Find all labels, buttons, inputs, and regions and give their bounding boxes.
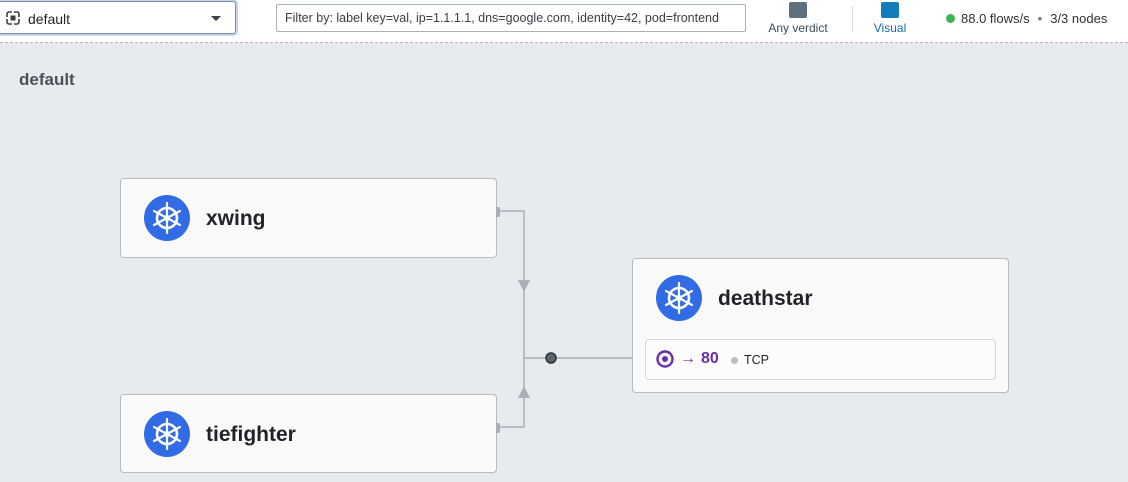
service-card-xwing[interactable]: xwing xyxy=(120,178,500,258)
connector-handle xyxy=(496,207,500,217)
edge-tiefighter-to-deathstar xyxy=(497,358,530,428)
kubernetes-icon xyxy=(656,275,702,321)
protocol-dot xyxy=(731,357,738,364)
service-name: deathstar xyxy=(718,287,813,310)
port-target-icon xyxy=(656,350,674,368)
port-protocol: TCP xyxy=(744,353,769,367)
connector-handle xyxy=(496,423,500,433)
service-name: tiefighter xyxy=(206,423,296,446)
kubernetes-icon xyxy=(144,411,190,457)
port-row-80[interactable]: → 80 TCP xyxy=(645,339,996,380)
service-card-deathstar[interactable]: deathstar → 80 TCP xyxy=(632,258,1009,393)
service-card-tiefighter[interactable]: tiefighter xyxy=(120,394,500,473)
service-name: xwing xyxy=(206,207,266,230)
edge-xwing-to-deathstar xyxy=(497,210,530,358)
edge-to-port-80 xyxy=(524,352,646,364)
arrow-right-icon: → xyxy=(680,350,696,367)
kubernetes-icon xyxy=(144,195,190,241)
port-number: 80 xyxy=(701,350,719,367)
